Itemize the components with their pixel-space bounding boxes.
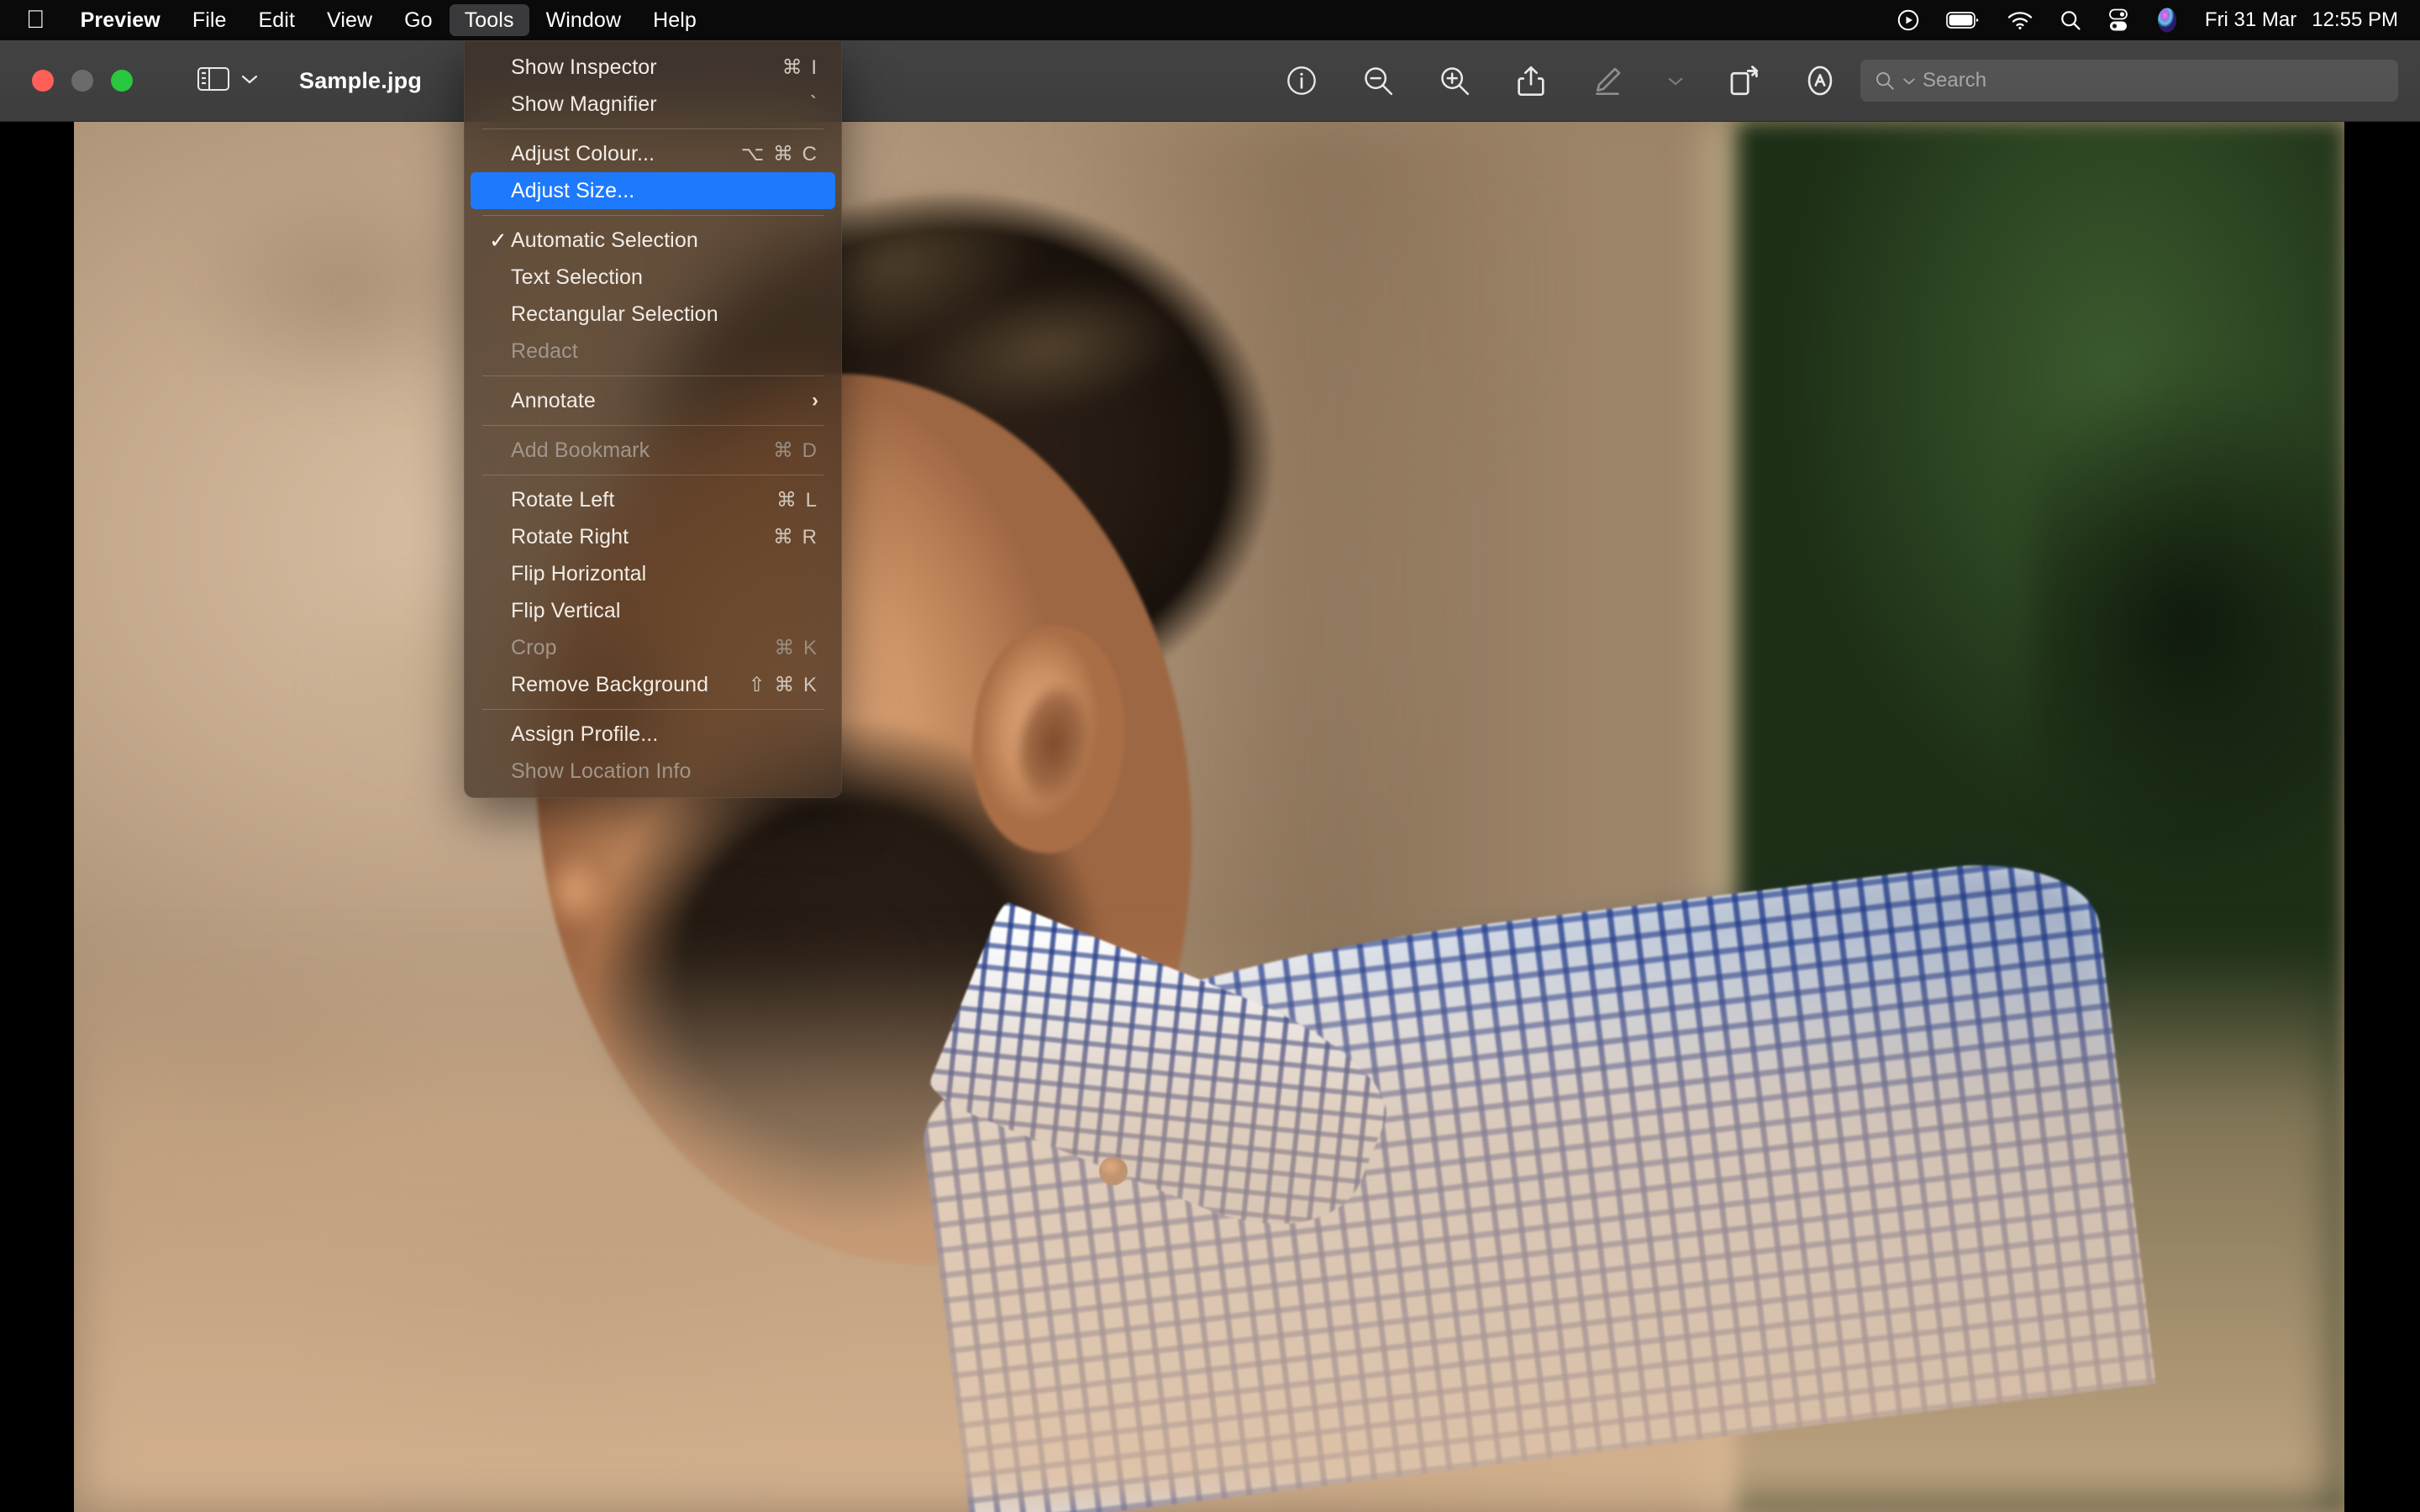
clock-date: Fri 31 Mar bbox=[2204, 8, 2297, 31]
menu-item-crop: Crop ⌘ K bbox=[471, 629, 835, 666]
sidebar-toggle-icon[interactable] bbox=[197, 66, 230, 97]
tools-dropdown-menu: Show Inspector ⌘ I Show Magnifier ` Adjust C… bbox=[464, 40, 842, 798]
menu-item-label: Text Selection bbox=[511, 265, 644, 289]
zoom-button[interactable] bbox=[111, 70, 133, 92]
zoom-out-button[interactable] bbox=[1359, 61, 1397, 100]
rotate-button[interactable] bbox=[1724, 61, 1763, 100]
window-title: Sample.jpg bbox=[299, 67, 423, 93]
menu-item-text-selection[interactable]: Text Selection bbox=[471, 259, 835, 296]
menu-item-label: Automatic Selection bbox=[511, 228, 698, 252]
menu-item-rotate-right[interactable]: Rotate Right ⌘ R bbox=[471, 518, 835, 555]
menu-item-show-inspector[interactable]: Show Inspector ⌘ I bbox=[471, 49, 835, 86]
search-placeholder: Search bbox=[1923, 69, 1987, 92]
menu-item-rotate-left[interactable]: Rotate Left ⌘ L bbox=[471, 481, 835, 518]
clock-time: 12:55 PM bbox=[2312, 8, 2398, 31]
menu-bar-clock[interactable]: Fri 31 Mar 12:55 PM bbox=[2205, 8, 2398, 32]
menu-file[interactable]: File bbox=[177, 4, 242, 36]
toolbar-actions: Search bbox=[1282, 60, 2420, 102]
search-magnifier-icon bbox=[1876, 72, 1894, 90]
menu-item-label: Adjust Size... bbox=[511, 178, 635, 202]
markup-button[interactable] bbox=[1588, 61, 1627, 100]
menu-tools[interactable]: Tools bbox=[449, 4, 529, 36]
menu-window[interactable]: Window bbox=[531, 4, 637, 36]
now-playing-icon[interactable] bbox=[1896, 8, 1921, 33]
menu-item-annotate[interactable]: Annotate › bbox=[471, 382, 835, 419]
wifi-icon[interactable] bbox=[2007, 9, 2033, 31]
image-foreground-ground bbox=[74, 945, 2344, 1512]
menu-item-label: Rectangular Selection bbox=[511, 302, 718, 326]
share-button[interactable] bbox=[1512, 61, 1550, 100]
menu-item-shortcut: ⌘ I bbox=[781, 55, 818, 79]
preview-window: Sample.jpg Search bbox=[0, 40, 2420, 1512]
menu-item-label: Rotate Left bbox=[511, 487, 615, 512]
window-controls bbox=[0, 70, 133, 92]
menu-item-label: Flip Vertical bbox=[511, 598, 621, 622]
menu-item-label: Redact bbox=[511, 339, 578, 363]
menu-view[interactable]: View bbox=[312, 4, 387, 36]
menu-item-shortcut: ⌘ D bbox=[773, 438, 818, 462]
info-button[interactable] bbox=[1282, 61, 1321, 100]
apple-menu-icon[interactable]:  bbox=[1, 4, 64, 36]
menu-item-remove-background[interactable]: Remove Background ⇧ ⌘ K bbox=[471, 666, 835, 703]
menu-item-label: Show Location Info bbox=[511, 759, 692, 783]
menu-item-rectangular-selection[interactable]: Rectangular Selection bbox=[471, 296, 835, 333]
image-canvas[interactable] bbox=[0, 122, 2420, 1512]
minimize-button[interactable] bbox=[71, 70, 93, 92]
menu-item-label: Assign Profile... bbox=[511, 722, 659, 746]
search-chevron-down-icon bbox=[1903, 77, 1915, 85]
menu-bar:  Preview File Edit View Go Tools Window… bbox=[0, 0, 2420, 40]
image-subject-nose bbox=[515, 844, 616, 937]
menu-item-shortcut: ` bbox=[810, 92, 818, 115]
markup-chevron-down-icon[interactable] bbox=[1665, 61, 1686, 100]
menu-item-adjust-colour[interactable]: Adjust Colour... ⌥ ⌘ C bbox=[471, 135, 835, 172]
menu-bar-app-menus:  Preview File Edit View Go Tools Window… bbox=[0, 0, 713, 40]
menu-item-show-magnifier[interactable]: Show Magnifier ` bbox=[471, 86, 835, 123]
menu-item-label: Rotate Right bbox=[511, 524, 629, 549]
menu-item-label: Crop bbox=[511, 635, 557, 659]
battery-icon[interactable] bbox=[1946, 9, 1981, 31]
document-image[interactable] bbox=[74, 122, 2344, 1512]
search-input[interactable]: Search bbox=[1860, 60, 2398, 102]
submenu-chevron-right-icon: › bbox=[812, 389, 818, 412]
zoom-in-button[interactable] bbox=[1435, 61, 1474, 100]
menu-item-label: Remove Background bbox=[511, 672, 709, 696]
menu-go[interactable]: Go bbox=[389, 4, 448, 36]
menu-item-redact: Redact bbox=[471, 333, 835, 370]
menu-separator bbox=[482, 375, 823, 376]
menu-item-assign-profile[interactable]: Assign Profile... bbox=[471, 716, 835, 753]
menu-separator bbox=[482, 709, 823, 710]
menu-item-add-bookmark: Add Bookmark ⌘ D bbox=[471, 432, 835, 469]
menu-separator bbox=[482, 215, 823, 216]
menu-edit[interactable]: Edit bbox=[244, 4, 310, 36]
menu-item-flip-vertical[interactable]: Flip Vertical bbox=[471, 592, 835, 629]
chevron-down-icon[interactable] bbox=[240, 73, 259, 89]
checkmark-icon: ✓ bbox=[489, 228, 508, 253]
menu-item-label: Flip Horizontal bbox=[511, 561, 647, 585]
menu-item-automatic-selection[interactable]: ✓ Automatic Selection bbox=[471, 222, 835, 259]
menu-item-label: Add Bookmark bbox=[511, 438, 650, 462]
menu-item-label: Annotate bbox=[511, 388, 596, 412]
menu-separator bbox=[482, 425, 823, 426]
menu-item-label: Show Inspector bbox=[511, 55, 657, 79]
menu-bar-status-items: Fri 31 Mar 12:55 PM bbox=[1896, 0, 2420, 40]
close-button[interactable] bbox=[32, 70, 54, 92]
control-center-icon[interactable] bbox=[2107, 8, 2129, 32]
menu-item-show-location-info: Show Location Info bbox=[471, 753, 835, 790]
spotlight-search-icon[interactable] bbox=[2059, 8, 2082, 32]
menu-item-shortcut: ⌥ ⌘ C bbox=[740, 142, 818, 165]
menu-item-shortcut: ⌘ L bbox=[776, 488, 818, 512]
annotate-button[interactable] bbox=[1801, 61, 1839, 100]
menu-item-adjust-size[interactable]: Adjust Size... bbox=[471, 172, 835, 209]
menu-item-shortcut: ⌘ K bbox=[774, 636, 818, 659]
menu-item-shortcut: ⌘ R bbox=[773, 525, 818, 549]
menu-preview[interactable]: Preview bbox=[66, 4, 176, 36]
menu-item-label: Adjust Colour... bbox=[511, 141, 655, 165]
menu-help[interactable]: Help bbox=[638, 4, 712, 36]
window-toolbar: Sample.jpg Search bbox=[0, 40, 2420, 122]
sidebar-toggle-group[interactable] bbox=[197, 66, 259, 97]
menu-item-shortcut: ⇧ ⌘ K bbox=[748, 673, 818, 696]
siri-icon[interactable] bbox=[2154, 7, 2180, 34]
menu-item-flip-horizontal[interactable]: Flip Horizontal bbox=[471, 555, 835, 592]
menu-item-label: Show Magnifier bbox=[511, 92, 657, 116]
